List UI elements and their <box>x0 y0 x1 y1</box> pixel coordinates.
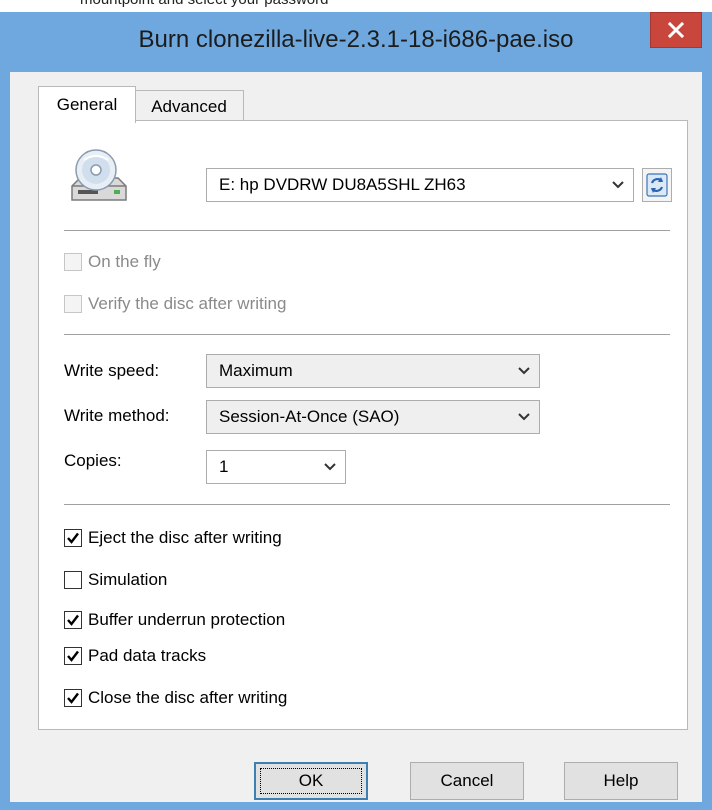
eject-disc-checkbox[interactable]: Eject the disc after writing <box>64 526 282 550</box>
buffer-underrun-label: Buffer underrun protection <box>88 610 286 629</box>
chevron-down-icon <box>509 367 539 375</box>
write-speed-value: Maximum <box>219 361 293 380</box>
copies-select[interactable]: 1 <box>206 450 346 484</box>
pad-data-tracks-label: Pad data tracks <box>88 646 207 665</box>
ok-button[interactable]: OK <box>254 762 368 800</box>
eject-disc-label: Eject the disc after writing <box>88 528 282 547</box>
verify-disc-label: Verify the disc after writing <box>88 294 287 313</box>
drive-select-value: E: hp DVDRW DU8A5SHL ZH63 <box>219 175 466 194</box>
burn-dialog: Burn clonezilla-live-2.3.1-18-i686-pae.i… <box>0 12 712 810</box>
chevron-down-icon <box>315 463 345 471</box>
help-button-label: Help <box>603 771 639 790</box>
tab-advanced-label: Advanced <box>151 97 227 116</box>
verify-disc-checkbox[interactable]: Verify the disc after writing <box>64 292 286 316</box>
simulation-checkbox[interactable]: Simulation <box>64 568 167 592</box>
write-speed-label: Write speed: <box>64 361 160 380</box>
cancel-button-label: Cancel <box>440 771 494 790</box>
tab-advanced[interactable]: Advanced <box>134 90 244 123</box>
chevron-down-icon <box>509 413 539 421</box>
checkmark-icon <box>67 614 79 626</box>
on-the-fly-checkbox[interactable]: On the fly <box>64 250 161 274</box>
checkbox-box <box>64 253 82 271</box>
close-disc-label: Close the disc after writing <box>88 688 288 707</box>
tab-general-label: General <box>56 95 118 114</box>
window-title: Burn clonezilla-live-2.3.1-18-i686-pae.i… <box>138 26 574 53</box>
checkbox-box <box>64 689 82 707</box>
help-button[interactable]: Help <box>564 762 678 800</box>
optical-drive-icon <box>68 148 128 210</box>
close-icon <box>668 22 684 38</box>
write-speed-select[interactable]: Maximum <box>206 354 540 388</box>
checkbox-box <box>64 295 82 313</box>
buffer-underrun-checkbox[interactable]: Buffer underrun protection <box>64 608 285 632</box>
background-window-text: mountpoint and select your password <box>80 0 328 8</box>
checkbox-box <box>64 529 82 547</box>
focus-rectangle <box>260 768 362 794</box>
separator <box>64 230 670 231</box>
checkmark-icon <box>67 692 79 704</box>
title-bar[interactable]: Burn clonezilla-live-2.3.1-18-i686-pae.i… <box>0 12 712 70</box>
tab-general[interactable]: General <box>38 86 136 123</box>
checkmark-icon <box>67 532 79 544</box>
cancel-button[interactable]: Cancel <box>410 762 524 800</box>
checkbox-box <box>64 611 82 629</box>
checkbox-box <box>64 647 82 665</box>
copies-label: Copies: <box>64 451 122 470</box>
pad-data-tracks-checkbox[interactable]: Pad data tracks <box>64 644 206 668</box>
on-the-fly-label: On the fly <box>88 252 161 271</box>
refresh-drives-button[interactable] <box>642 168 672 202</box>
checkbox-box <box>64 571 82 589</box>
refresh-icon <box>646 173 668 197</box>
separator <box>64 334 670 335</box>
dialog-body: General Advanced E: hp DVDRW DU8A5SHL ZH… <box>10 72 702 802</box>
copies-value: 1 <box>219 457 229 476</box>
checkmark-icon <box>67 650 79 662</box>
simulation-label: Simulation <box>88 570 168 589</box>
drive-select[interactable]: E: hp DVDRW DU8A5SHL ZH63 <box>206 168 634 202</box>
write-method-value: Session-At-Once (SAO) <box>219 407 400 426</box>
close-disc-checkbox[interactable]: Close the disc after writing <box>64 686 287 710</box>
close-button[interactable] <box>650 12 702 48</box>
separator <box>64 504 670 505</box>
chevron-down-icon <box>603 181 633 189</box>
write-method-label: Write method: <box>64 406 170 425</box>
write-method-select[interactable]: Session-At-Once (SAO) <box>206 400 540 434</box>
